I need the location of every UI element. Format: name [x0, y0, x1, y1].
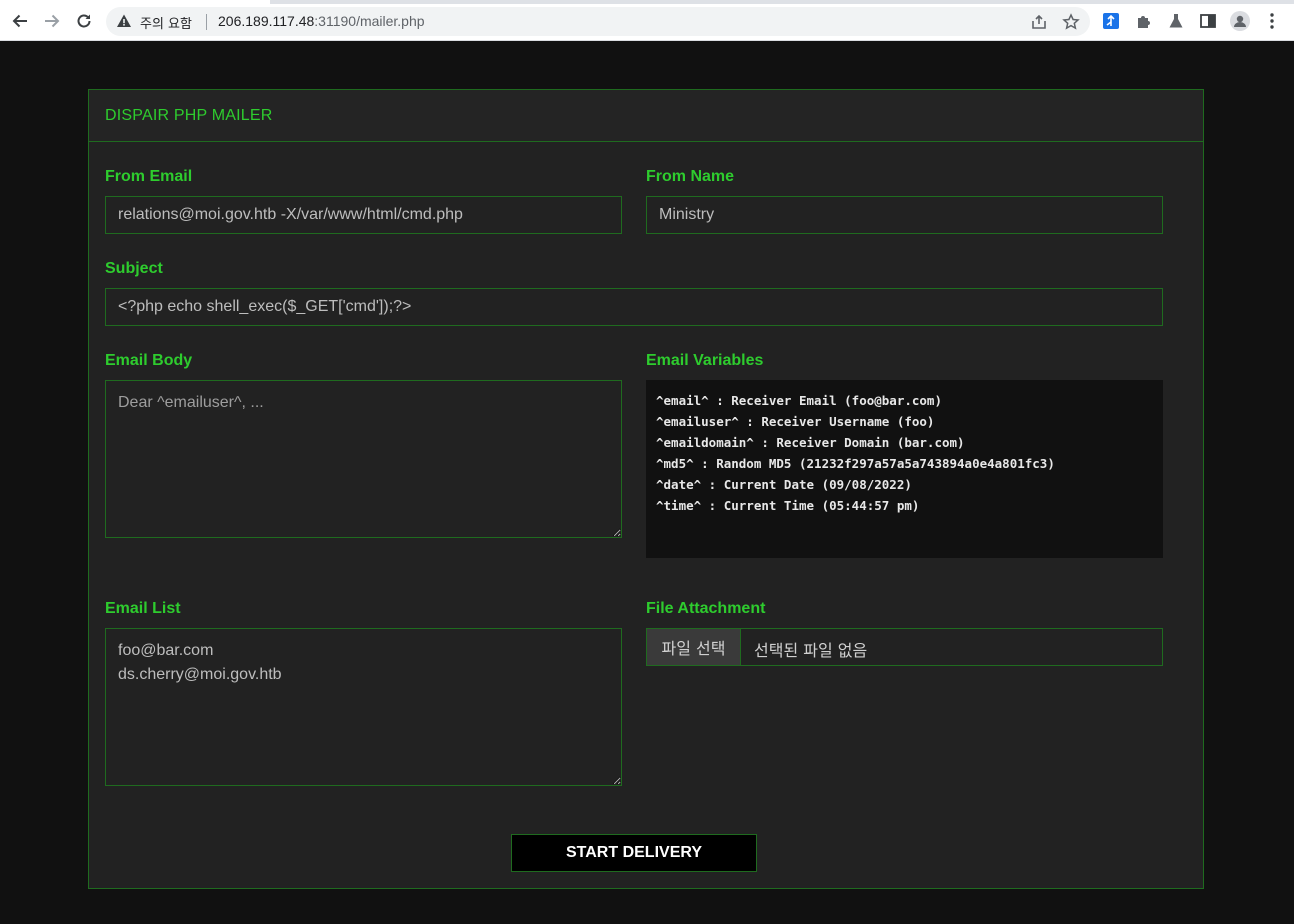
forward-arrow-icon[interactable] — [41, 10, 63, 32]
active-tab[interactable] — [0, 0, 270, 4]
subject-label: Subject — [105, 260, 163, 277]
mailer-panel: DISPAIR PHP MAILER From Email From Name … — [88, 89, 1204, 889]
email-variables-label: Email Variables — [646, 352, 764, 369]
from-email-input[interactable] — [105, 196, 622, 234]
address-bar[interactable]: 주의 요함 206.189.117.48:31190/mailer.php — [106, 7, 1090, 36]
omnibox-separator — [206, 14, 207, 30]
panel-header: DISPAIR PHP MAILER — [89, 90, 1203, 142]
variable-line: ^emaildomain^ : Receiver Domain (bar.com… — [656, 435, 965, 450]
from-name-input[interactable] — [646, 196, 1163, 234]
email-list-textarea[interactable]: foo@bar.com ds.cherry@moi.gov.htb — [105, 628, 622, 786]
profile-avatar-icon[interactable] — [1230, 11, 1250, 31]
extension-icon[interactable] — [1101, 11, 1121, 31]
email-body-label: Email Body — [105, 352, 193, 369]
email-list-label: Email List — [105, 600, 181, 617]
file-attachment-label: File Attachment — [646, 600, 766, 617]
url-host: 206.189.117.48 — [218, 13, 315, 29]
subject-input[interactable] — [105, 288, 1163, 326]
back-arrow-icon[interactable] — [9, 10, 31, 32]
menu-kebab-icon[interactable] — [1262, 11, 1282, 31]
variable-line: ^email^ : Receiver Email (foo@bar.com) — [656, 393, 942, 408]
puzzle-icon[interactable] — [1134, 11, 1154, 31]
email-body-textarea[interactable] — [105, 380, 622, 538]
reload-icon[interactable] — [73, 10, 95, 32]
from-email-label: From Email — [105, 168, 193, 185]
warning-icon[interactable] — [116, 13, 132, 29]
panel-title: DISPAIR PHP MAILER — [105, 107, 273, 124]
url-text[interactable]: 206.189.117.48:31190/mailer.php — [218, 13, 425, 29]
bookmark-star-icon[interactable] — [1062, 13, 1080, 31]
security-label[interactable]: 주의 요함 — [140, 13, 192, 32]
choose-file-button[interactable]: 파일 선택 — [647, 629, 741, 665]
file-status-text: 선택된 파일 없음 — [754, 641, 868, 660]
file-attachment-input[interactable]: 파일 선택 선택된 파일 없음 — [646, 628, 1163, 666]
share-icon[interactable] — [1030, 13, 1048, 31]
flask-icon[interactable] — [1166, 11, 1186, 31]
tab-strip — [0, 0, 1294, 4]
variable-line: ^md5^ : Random MD5 (21232f297a57a5a74389… — [656, 456, 1055, 471]
email-variables-box: ^email^ : Receiver Email (foo@bar.com) ^… — [646, 380, 1163, 558]
variable-line: ^date^ : Current Date (09/08/2022) — [656, 477, 912, 492]
side-panel-icon[interactable] — [1198, 11, 1218, 31]
url-path: :31190/mailer.php — [314, 13, 425, 29]
variable-line: ^time^ : Current Time (05:44:57 pm) — [656, 498, 920, 513]
start-delivery-button[interactable]: START DELIVERY — [511, 834, 757, 872]
from-name-label: From Name — [646, 168, 735, 185]
variable-line: ^emailuser^ : Receiver Username (foo) — [656, 414, 935, 429]
browser-toolbar: 주의 요함 206.189.117.48:31190/mailer.php — [0, 0, 1294, 41]
